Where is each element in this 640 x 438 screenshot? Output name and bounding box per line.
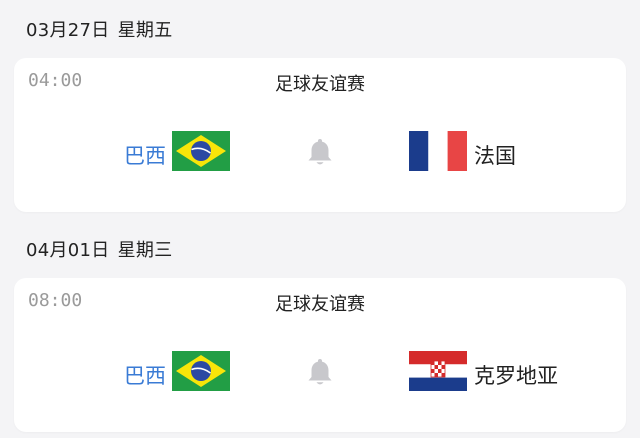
competition-name: 足球友谊赛 (275, 294, 365, 315)
date-header: 03月27日 星期五 (26, 16, 173, 42)
bell-icon[interactable] (306, 137, 334, 167)
competition-name: 足球友谊赛 (275, 74, 365, 95)
weekday-label: 星期五 (117, 20, 173, 41)
away-team-name[interactable]: 法国 (474, 140, 516, 170)
match-card[interactable]: 04:00 足球友谊赛 巴西 法国 (14, 58, 626, 212)
france-flag-icon (409, 131, 467, 171)
bell-icon[interactable] (306, 357, 334, 387)
date-header: 04月01日 星期三 (26, 236, 173, 262)
away-team-name[interactable]: 克罗地亚 (474, 360, 558, 390)
weekday-label: 星期三 (117, 240, 173, 261)
brazil-flag-icon (172, 131, 230, 171)
croatia-flag-icon (409, 351, 467, 391)
date-label: 04月01日 (26, 240, 110, 261)
match-card[interactable]: 08:00 足球友谊赛 巴西 克罗地亚 (14, 278, 626, 432)
date-label: 03月27日 (26, 20, 110, 41)
brazil-flag-icon (172, 351, 230, 391)
home-team-name[interactable]: 巴西 (124, 140, 166, 170)
home-team-name[interactable]: 巴西 (124, 360, 166, 390)
